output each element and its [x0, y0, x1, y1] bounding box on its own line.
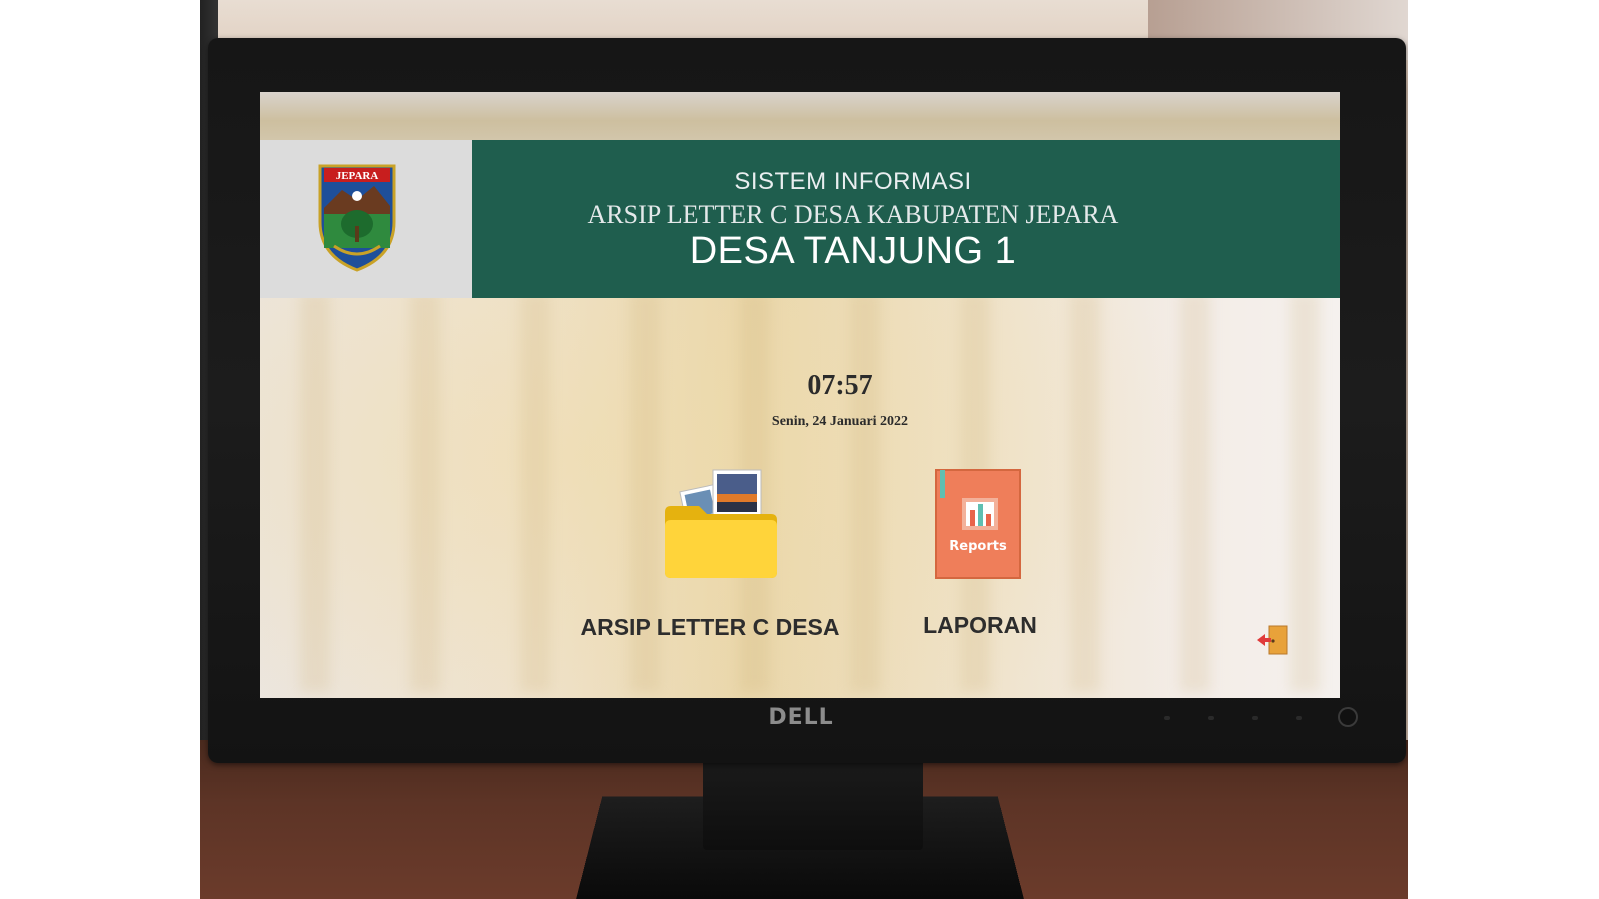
- monitor-brand-logo: DELL: [768, 705, 834, 730]
- svg-text:JEPARA: JEPARA: [336, 170, 379, 182]
- top-strip: [260, 92, 1340, 140]
- reports-book-icon[interactable]: Reports: [934, 468, 1024, 582]
- photo-scene: DELL JEPARA SISTEM INFORMASI ARSIP LETTE…: [200, 0, 1408, 899]
- monitor-button: [1296, 716, 1302, 720]
- clock-date: Senin, 24 Januari 2022: [771, 414, 909, 429]
- svg-text:Reports: Reports: [949, 539, 1007, 554]
- clock-time: 07:57: [807, 370, 873, 401]
- power-button[interactable]: [1338, 707, 1358, 727]
- menu-report-button[interactable]: LAPORAN: [900, 612, 1060, 639]
- app-subtitle: ARSIP LETTER C DESA KABUPATEN JEPARA: [587, 200, 1119, 229]
- exit-door-icon[interactable]: [1255, 624, 1289, 656]
- monitor-button: [1252, 716, 1258, 720]
- monitor-button: [1164, 716, 1170, 720]
- app-screen: JEPARA SISTEM INFORMASI ARSIP LETTER C D…: [260, 92, 1340, 698]
- menu-archive-button[interactable]: ARSIP LETTER C DESA: [560, 614, 860, 641]
- app-title: SISTEM INFORMASI: [734, 168, 972, 195]
- folder-photos-icon[interactable]: [663, 468, 781, 582]
- monitor-stand-neck: [703, 755, 923, 850]
- jepara-crest-logo: JEPARA: [318, 164, 396, 272]
- village-name: DESA TANJUNG 1: [689, 230, 1017, 272]
- monitor-button: [1208, 716, 1214, 720]
